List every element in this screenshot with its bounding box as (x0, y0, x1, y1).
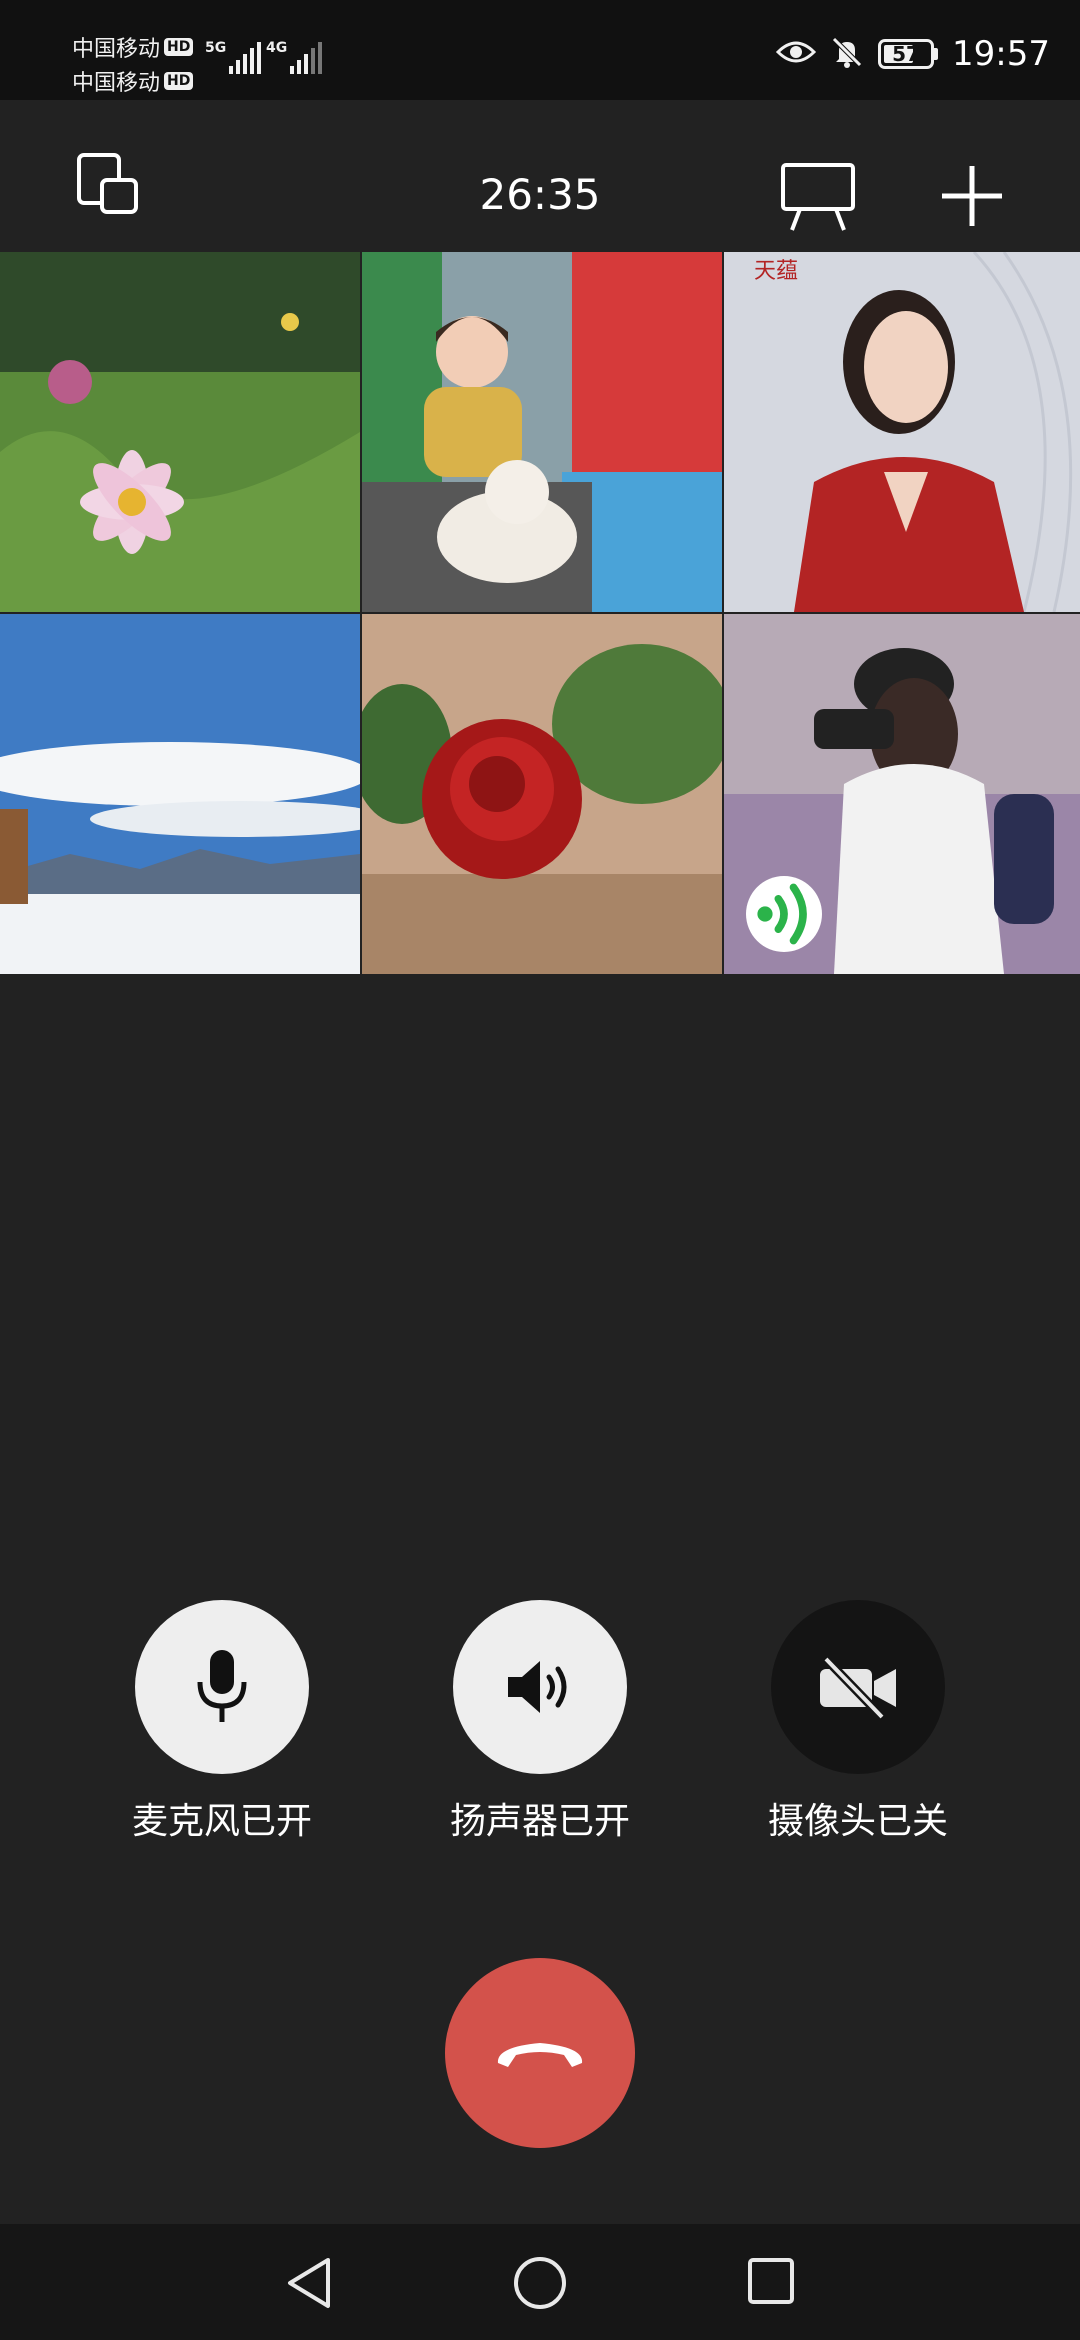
eye-icon (775, 38, 817, 70)
add-participant-icon[interactable] (940, 164, 1004, 232)
status-bar: 中国移动 HD 中国移动 HD 5G 4G 57 19:57 (0, 0, 1080, 100)
camera-toggle[interactable]: 摄像头已关 (708, 1600, 1008, 1844)
battery-icon: 57 (878, 39, 939, 69)
carrier-2: 中国移动 (72, 71, 161, 96)
participant-avatar (0, 252, 360, 612)
participant-grid: 天蕴 (0, 252, 1080, 974)
participant-tile[interactable]: 天蕴 (724, 252, 1080, 612)
recents-icon[interactable] (746, 2256, 796, 2310)
carrier-info: 中国移动 HD 中国移动 HD (72, 30, 194, 98)
participant-tile[interactable] (0, 252, 360, 612)
participant-avatar (362, 614, 722, 974)
hang-up-icon (497, 2043, 583, 2067)
participant-tile[interactable] (724, 614, 1080, 974)
speaker-toggle[interactable]: 扬声器已开 (390, 1600, 690, 1844)
participant-avatar (362, 252, 722, 612)
participant-avatar: 天蕴 (724, 252, 1080, 612)
speaker-button[interactable] (453, 1600, 627, 1774)
status-clock: 19:57 (952, 34, 1050, 74)
carrier-1: 中国移动 (72, 37, 161, 62)
screen-share-icon[interactable] (780, 162, 856, 236)
camera-off-icon (820, 1655, 896, 1719)
participant-tile[interactable] (362, 252, 722, 612)
watermark-text: 天蕴 (754, 259, 798, 284)
hd-badge: HD (164, 72, 194, 90)
microphone-button[interactable] (135, 1600, 309, 1774)
camera-label: 摄像头已关 (767, 1801, 948, 1842)
call-top-bar: 26:35 (0, 100, 1080, 252)
microphone-icon (197, 1650, 247, 1722)
hd-badge: HD (164, 38, 194, 56)
microphone-toggle[interactable]: 麦克风已开 (72, 1600, 372, 1844)
participant-tile[interactable] (362, 614, 722, 974)
camera-button[interactable] (771, 1600, 945, 1774)
participant-avatar (0, 614, 360, 974)
bell-off-icon (830, 35, 864, 73)
signal-5g-icon: 5G (205, 40, 262, 74)
participant-tile[interactable] (0, 614, 360, 974)
speaking-indicator (746, 876, 822, 952)
call-controls: 麦克风已开 扬声器已开 摄像头已关 (0, 1600, 1080, 1860)
microphone-label: 麦克风已开 (131, 1801, 312, 1842)
back-icon[interactable] (284, 2256, 334, 2314)
voice-wave-icon (757, 883, 807, 945)
system-nav-bar (0, 2224, 1080, 2340)
hang-up-button[interactable] (445, 1958, 635, 2148)
signal-4g-icon: 4G (266, 40, 323, 74)
speaker-label: 扬声器已开 (449, 1801, 630, 1842)
home-icon[interactable] (513, 2256, 567, 2314)
call-duration: 26:35 (479, 170, 601, 219)
speaker-icon (508, 1661, 567, 1713)
